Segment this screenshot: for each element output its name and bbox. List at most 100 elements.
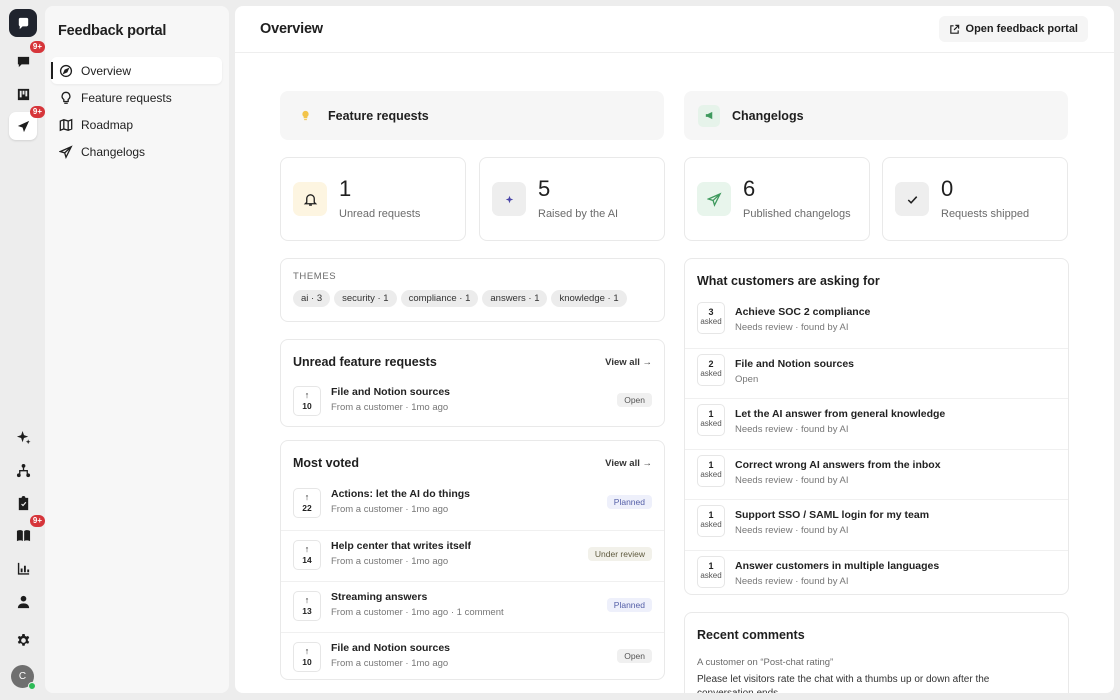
vote-count: 10: [302, 401, 312, 411]
card-title: Recent comments: [697, 628, 805, 642]
user-avatar[interactable]: C: [11, 665, 36, 690]
status-badge: Open: [617, 649, 652, 663]
nav-item-feature-requests[interactable]: Feature requests: [51, 84, 222, 111]
asked-count: 3 asked: [697, 302, 725, 334]
table-row[interactable]: ↑ 22 Actions: let the AI do things From a…: [281, 479, 664, 530]
status-badge: Open: [617, 393, 652, 407]
arrow-up-icon: ↑: [304, 390, 310, 400]
stat-requests-shipped[interactable]: 0 Requests shipped: [882, 157, 1068, 241]
list-item[interactable]: 1 asked Support SSO / SAML login for my t…: [685, 499, 1068, 550]
nav-item-overview[interactable]: Overview: [51, 57, 222, 84]
stat-value: 1: [339, 176, 352, 201]
theme-chip[interactable]: answers · 1: [482, 290, 548, 307]
table-row[interactable]: ↑ 10 File and Notion sources From a custo…: [281, 632, 664, 679]
asked-label: asked: [700, 419, 722, 428]
rail-board-button[interactable]: [9, 80, 37, 108]
online-status-dot: [28, 682, 36, 690]
theme-chip[interactable]: compliance · 1: [400, 290, 479, 307]
list-item[interactable]: 2 asked File and Notion sources Open: [685, 348, 1068, 399]
list-item[interactable]: 1 asked Let the AI answer from general kn…: [685, 398, 1068, 449]
rail-settings-button[interactable]: [9, 626, 37, 654]
rail-knowledge-button[interactable]: 9+: [9, 515, 45, 549]
table-row[interactable]: ↑ 13 Streaming answers From a customer · …: [281, 581, 664, 632]
book-icon: [16, 529, 30, 541]
megaphone-icon: [698, 104, 720, 127]
board-icon: [17, 88, 29, 100]
sparkle-icon: [16, 430, 31, 444]
nav-item-roadmap[interactable]: Roadmap: [51, 111, 222, 138]
request-title: Correct wrong AI answers from the inbox: [735, 459, 941, 471]
arrow-up-icon: ↑: [304, 544, 310, 554]
most-voted-card: Most voted View all → ↑ 22 Actions: let t…: [280, 440, 665, 680]
asked-label: asked: [700, 520, 722, 529]
upvote-button[interactable]: ↑ 10: [293, 386, 321, 416]
upvote-button[interactable]: ↑ 13: [293, 591, 321, 621]
view-all-link[interactable]: View all →: [605, 357, 652, 368]
section-title: Changelogs: [732, 108, 804, 123]
request-title: File and Notion sources: [331, 642, 451, 654]
theme-chip[interactable]: knowledge · 1: [551, 290, 627, 307]
nav-item-changelogs[interactable]: Changelogs: [51, 138, 222, 165]
asked-count: 1 asked: [697, 556, 725, 588]
card-title: Most voted: [293, 456, 359, 470]
lightbulb-icon: [294, 105, 316, 127]
list-item[interactable]: 1 asked Answer customers in multiple lang…: [685, 550, 1068, 594]
themes-label: THEMES: [293, 271, 337, 282]
asked-count: 1 asked: [697, 505, 725, 537]
arrow-up-icon: ↑: [304, 595, 310, 605]
knowledge-badge: 9+: [29, 515, 45, 527]
app-logo-icon[interactable]: [9, 9, 37, 37]
rail-ai-button[interactable]: [9, 423, 37, 451]
asked-count: 2 asked: [697, 354, 725, 386]
list-item[interactable]: 1 asked Correct wrong AI answers from the…: [685, 449, 1068, 500]
rail-outbound-button[interactable]: 9+: [9, 106, 45, 140]
inbox-badge: 9+: [29, 41, 45, 53]
rail-workflows-button[interactable]: [9, 456, 37, 484]
request-meta: Needs review · found by AI: [735, 525, 849, 536]
unread-feature-requests-card: Unread feature requests View all → ↑ 10 F…: [280, 339, 665, 427]
asked-number: 3: [708, 307, 714, 317]
stat-label: Unread requests: [339, 208, 421, 220]
request-title: Answer customers in multiple languages: [735, 560, 940, 572]
rail-reports-button[interactable]: [9, 554, 37, 582]
vote-count: 13: [302, 606, 312, 616]
view-all-link[interactable]: View all →: [605, 458, 652, 469]
asked-number: 1: [708, 409, 714, 419]
theme-chips: ai · 3 security · 1 compliance · 1 answe…: [293, 290, 627, 307]
upvote-button[interactable]: ↑ 14: [293, 540, 321, 570]
recent-comments-card: Recent comments A customer on “Post-chat…: [684, 612, 1069, 693]
rail-tasks-button[interactable]: [9, 489, 37, 517]
asked-number: 1: [708, 460, 714, 470]
theme-chip[interactable]: security · 1: [334, 290, 397, 307]
check-icon: [895, 182, 929, 216]
request-meta: Needs review · found by AI: [735, 424, 849, 435]
list-item[interactable]: 3 asked Achieve SOC 2 compliance Needs re…: [685, 297, 1068, 348]
stat-unread-requests[interactable]: 1 Unread requests: [280, 157, 466, 241]
upvote-button[interactable]: ↑ 22: [293, 488, 321, 518]
main-content: Overview Open feedback portal Feature re…: [235, 6, 1114, 693]
compass-icon: [59, 64, 73, 77]
table-row[interactable]: ↑ 14 Help center that writes itself From …: [281, 530, 664, 581]
vote-count: 22: [302, 503, 312, 513]
stat-published-changelogs[interactable]: 6 Published changelogs: [684, 157, 870, 241]
theme-chip[interactable]: ai · 3: [293, 290, 331, 307]
main-header: Overview Open feedback portal: [235, 6, 1114, 53]
lightbulb-icon: [61, 91, 71, 104]
arrow-up-icon: ↑: [304, 492, 310, 502]
upvote-button[interactable]: ↑ 10: [293, 642, 321, 672]
open-feedback-portal-button[interactable]: Open feedback portal: [938, 16, 1088, 42]
asked-label: asked: [700, 571, 722, 580]
sparkle-icon: [492, 182, 526, 216]
request-meta: Needs review · found by AI: [735, 475, 849, 486]
table-row[interactable]: ↑ 10 File and Notion sources From a custo…: [281, 377, 664, 426]
nav-item-label: Roadmap: [81, 117, 134, 132]
rail-contacts-button[interactable]: [9, 587, 37, 615]
stat-raised-by-ai[interactable]: 5 Raised by the AI: [479, 157, 665, 241]
outbound-badge: 9+: [29, 106, 45, 118]
rail-inbox-button[interactable]: 9+: [9, 41, 45, 75]
comment-text[interactable]: Please let visitors rate the chat with a…: [697, 673, 1027, 693]
chat-icon: [17, 56, 29, 67]
request-title: Achieve SOC 2 compliance: [735, 306, 871, 318]
request-title: Help center that writes itself: [331, 540, 472, 552]
request-meta: Needs review · found by AI: [735, 576, 849, 587]
